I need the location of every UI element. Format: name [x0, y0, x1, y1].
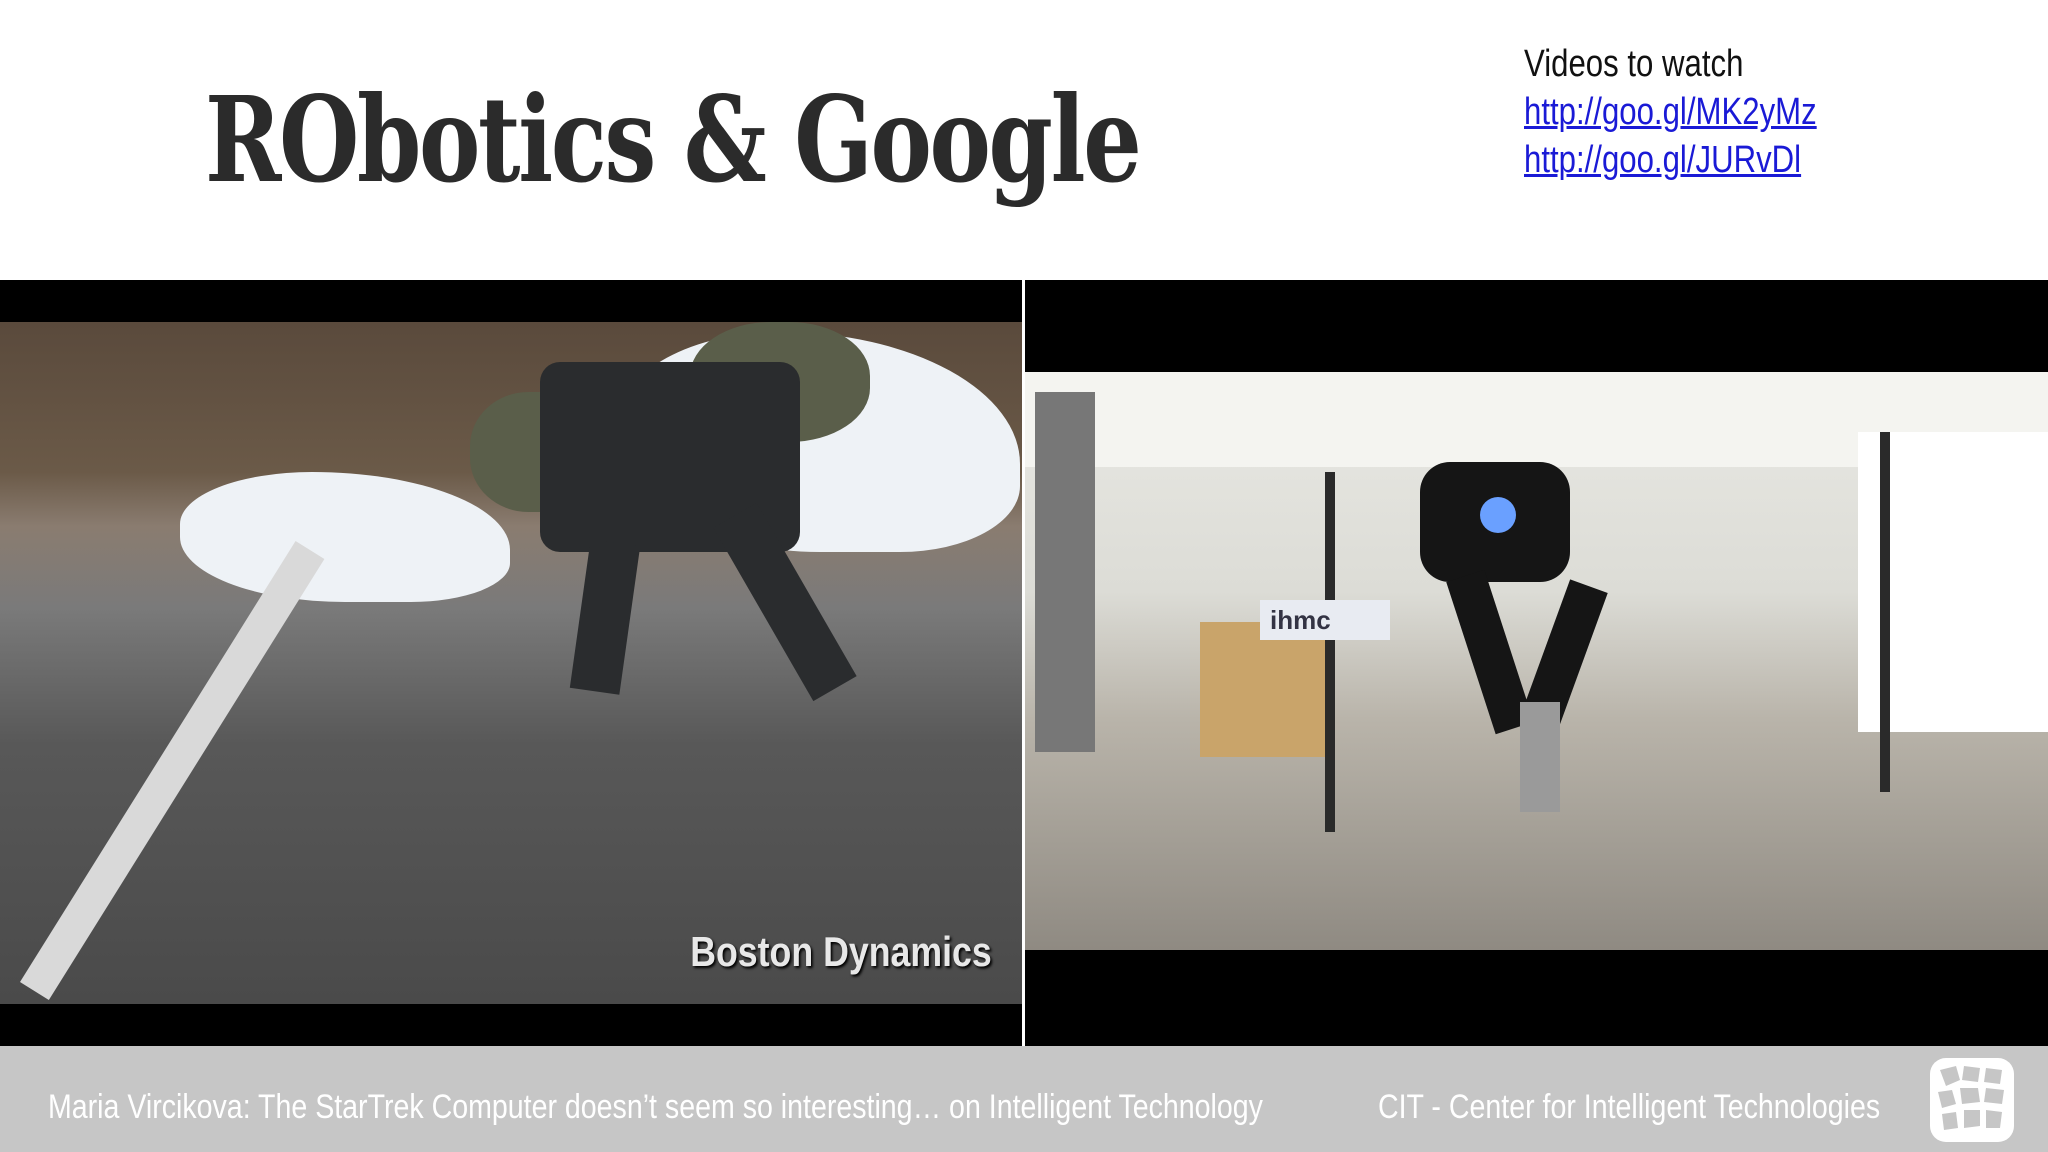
- lab-pole: [1880, 432, 1890, 792]
- road-line: [20, 541, 325, 1001]
- lab-truss: [1035, 392, 1095, 752]
- videos-box: Videos to watch http://goo.gl/MK2yMz htt…: [1524, 40, 1817, 184]
- footer-organization-text: CIT - Center for Intelligent Technologie…: [1378, 1088, 1881, 1126]
- footer-presentation-text: Maria Vircikova: The StarTrek Computer d…: [48, 1088, 1263, 1126]
- video-left-frame: Boston Dynamics: [0, 322, 1022, 1004]
- video-link-2[interactable]: http://goo.gl/JURvDl: [1524, 136, 1817, 184]
- wooden-crate: [1200, 622, 1325, 757]
- video-right[interactable]: ihmc: [1025, 280, 2048, 1046]
- lab-pole: [1325, 472, 1335, 832]
- humanoid-light: [1480, 497, 1516, 533]
- cinder-block-stack: [1520, 702, 1560, 812]
- video-watermark: Boston Dynamics: [690, 928, 992, 975]
- robot-leg: [569, 539, 641, 695]
- footer-bar: Maria Vircikova: The StarTrek Computer d…: [0, 1046, 2048, 1152]
- video-right-frame: ihmc: [1025, 372, 2048, 950]
- videos-heading: Videos to watch: [1524, 43, 1744, 85]
- video-left[interactable]: Boston Dynamics: [0, 280, 1022, 1046]
- snow-pile: [180, 472, 510, 602]
- cit-logo-icon: [1930, 1058, 2014, 1142]
- video-link-1[interactable]: http://goo.gl/MK2yMz: [1524, 88, 1817, 136]
- slide-title: RObotics & Google: [205, 70, 1142, 209]
- lab-banner: ihmc: [1260, 600, 1390, 640]
